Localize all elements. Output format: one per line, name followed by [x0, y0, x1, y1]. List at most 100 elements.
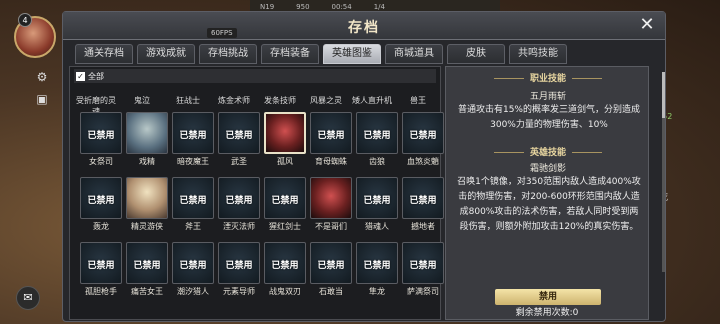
banned-label: 已禁用 — [87, 196, 115, 206]
tab-clear-save[interactable]: 通关存档 — [75, 44, 133, 64]
hero-name: 痛苦女王 — [131, 287, 163, 296]
hero-name: 轰龙 — [93, 222, 109, 231]
hero-item[interactable]: 已禁用 撼地者 — [402, 177, 444, 232]
banned-label: 已禁用 — [225, 196, 253, 206]
status-stat: 1/4 — [373, 3, 385, 11]
hero-item[interactable]: 已禁用 轰龙 — [80, 177, 122, 232]
banned-label: 已禁用 — [133, 261, 161, 271]
hero-name: 战鬼双刃 — [269, 287, 301, 296]
hero-portrait[interactable]: 已禁用 — [218, 242, 260, 284]
hero-name: 暗夜魔王 — [177, 157, 209, 166]
hero-portrait[interactable]: 已禁用 — [172, 112, 214, 154]
hero-name: 炼金术师 — [218, 96, 250, 105]
hero-portrait[interactable]: 已禁用 — [310, 242, 352, 284]
hero-skill-header: 英雄技能 — [446, 145, 650, 158]
hero-item[interactable]: 已禁用 猩红剑士 — [264, 177, 306, 232]
hero-item[interactable]: 已禁用 隼龙 — [356, 242, 398, 297]
hero-name: 猩红剑士 — [269, 222, 301, 231]
hero-name: 石敢当 — [319, 287, 343, 296]
hero-portrait[interactable] — [126, 112, 168, 154]
checkbox-icon[interactable]: ✓ — [76, 71, 85, 81]
close-icon[interactable]: ✕ — [635, 14, 659, 35]
hero-portrait[interactable]: 已禁用 — [356, 242, 398, 284]
hero-name: 兽王 — [410, 96, 426, 105]
hero-item[interactable]: 已禁用 血煞炎魈 — [402, 112, 444, 167]
hero-item-selected[interactable]: 孤风 — [264, 112, 306, 167]
hero-skill-description: 召唤1个镜像，对350范围内敌人造成400%攻击的物理伤害，对200-600环形… — [457, 177, 641, 232]
tab-hero-codex[interactable]: 英雄图鉴 — [323, 44, 381, 64]
filter-all-row[interactable]: ✓ 全部 — [74, 69, 436, 83]
hero-portrait[interactable]: 已禁用 — [172, 242, 214, 284]
hero-portrait[interactable]: 已禁用 — [80, 242, 122, 284]
ban-button[interactable]: 禁用 — [495, 289, 601, 305]
hero-item[interactable]: 已禁用 齿狼 — [356, 112, 398, 167]
hero-portrait[interactable]: 已禁用 — [402, 177, 444, 219]
hero-item[interactable]: 已禁用 育母蜘蛛 — [310, 112, 352, 167]
hero-item[interactable]: 戏精 — [126, 112, 168, 167]
banned-label: 已禁用 — [87, 261, 115, 271]
hero-name: 隼龙 — [369, 287, 385, 296]
settings-icon[interactable]: ⚙ — [32, 70, 52, 86]
job-skill-header: 职业技能 — [446, 71, 650, 84]
hero-name: 狂战士 — [176, 96, 200, 105]
hero-name: 元素导师 — [223, 287, 255, 296]
hero-portrait[interactable]: 已禁用 — [402, 112, 444, 154]
hero-name: 潮汐猎人 — [177, 287, 209, 296]
hero-portrait[interactable] — [126, 177, 168, 219]
hero-item[interactable]: 已禁用 武圣 — [218, 112, 260, 167]
hero-portrait[interactable]: 已禁用 — [172, 177, 214, 219]
tab-save-equipment[interactable]: 存档装备 — [261, 44, 319, 64]
hero-portrait[interactable]: 已禁用 — [80, 177, 122, 219]
hero-item[interactable]: 已禁用 痛苦女王 — [126, 242, 168, 297]
hero-name: 孤风 — [277, 157, 293, 166]
hero-portrait[interactable]: 已禁用 — [264, 177, 306, 219]
hero-item[interactable]: 已禁用 石敢当 — [310, 242, 352, 297]
hero-item[interactable]: 已禁用 战鬼双刃 — [264, 242, 306, 297]
hero-item[interactable]: 已禁用 猎魂人 — [356, 177, 398, 232]
banned-label: 已禁用 — [179, 131, 207, 141]
job-skill-description: 普通攻击有15%的概率发三道剑气，分别造成300%力量的物理伤害、10% — [457, 105, 640, 130]
hero-item[interactable]: 已禁用 潮汐猎人 — [172, 242, 214, 297]
hero-name: 武圣 — [231, 157, 247, 166]
hero-item[interactable]: 已禁用 暗夜魔王 — [172, 112, 214, 167]
tab-resonance-skills[interactable]: 共鸣技能 — [509, 44, 567, 64]
hero-item[interactable]: 已禁用 湮灭法师 — [218, 177, 260, 232]
hero-portrait[interactable]: 已禁用 — [356, 177, 398, 219]
hero-item[interactable]: 已禁用 元素导师 — [218, 242, 260, 297]
hero-portrait[interactable]: 已禁用 — [402, 242, 444, 284]
info-scrollbar[interactable] — [662, 72, 665, 272]
hero-portrait[interactable]: 已禁用 — [356, 112, 398, 154]
hero-portrait[interactable]: 已禁用 — [80, 112, 122, 154]
hero-item[interactable]: 已禁用 萨满祭司 — [402, 242, 444, 297]
tab-skins[interactable]: 皮肤 — [447, 44, 505, 64]
hero-item[interactable]: 不是哥们 — [310, 177, 352, 232]
tab-shop-items[interactable]: 商城道具 — [385, 44, 443, 64]
hero-name: 斧王 — [185, 222, 201, 231]
banned-label: 已禁用 — [409, 196, 437, 206]
hero-portrait[interactable]: 已禁用 — [218, 177, 260, 219]
chat-icon[interactable]: ✉ — [16, 286, 40, 310]
skill-info-panel: 职业技能 五月雨斩 普通攻击有15%的概率发三道剑气，分别造成300%力量的物理… — [445, 66, 649, 320]
hero-item[interactable]: 精灵游侠 — [126, 177, 168, 232]
bag-icon[interactable]: ▣ — [32, 92, 52, 108]
tab-achievements[interactable]: 游戏成就 — [137, 44, 195, 64]
hero-item[interactable]: 已禁用 斧王 — [172, 177, 214, 232]
hero-portrait[interactable] — [310, 177, 352, 219]
hero-item[interactable]: 已禁用 女祭司 — [80, 112, 122, 167]
tab-bar: 通关存档 游戏成就 存档挑战 存档装备 英雄图鉴 商城道具 皮肤 共鸣技能 — [75, 44, 567, 64]
banned-label: 已禁用 — [363, 131, 391, 141]
hero-portrait[interactable]: 已禁用 — [264, 242, 306, 284]
hero-portrait[interactable]: 已禁用 — [310, 112, 352, 154]
banned-label: 已禁用 — [225, 261, 253, 271]
hero-portrait[interactable] — [264, 112, 306, 154]
banned-label: 已禁用 — [409, 261, 437, 271]
tab-save-challenge[interactable]: 存档挑战 — [199, 44, 257, 64]
hero-item[interactable]: 已禁用 孤胆枪手 — [80, 242, 122, 297]
scrollbar-thumb[interactable] — [662, 72, 665, 118]
hero-portrait[interactable]: 已禁用 — [218, 112, 260, 154]
status-stat: 950 — [296, 3, 310, 11]
hero-portrait[interactable]: 已禁用 — [126, 242, 168, 284]
banned-label: 已禁用 — [317, 131, 345, 141]
hero-skill-name: 霜驰剑影 — [529, 164, 566, 174]
hero-name: 血煞炎魈 — [407, 157, 439, 166]
